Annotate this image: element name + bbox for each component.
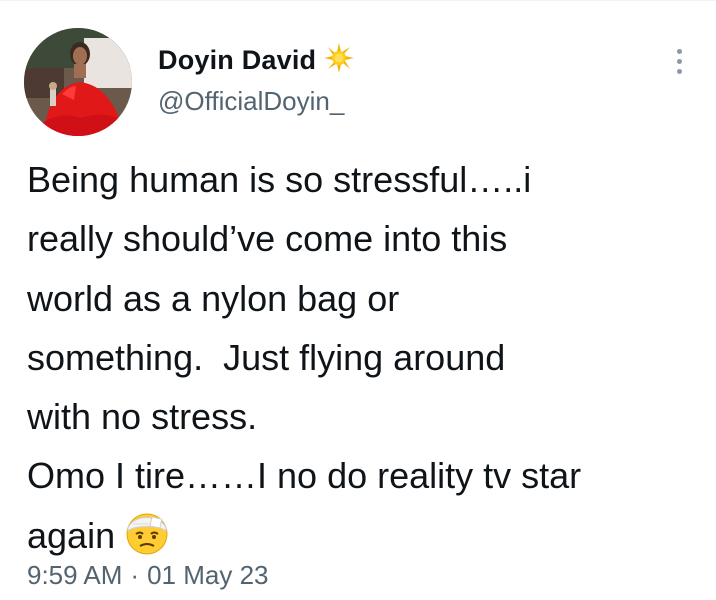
tweet-meta: 9:59 AM · 01 May 23 bbox=[27, 560, 268, 591]
sun-icon bbox=[324, 42, 355, 78]
profile-photo-image bbox=[24, 28, 132, 136]
author-handle[interactable]: @OfficialDoyin_ bbox=[158, 86, 344, 117]
tweet-line: world as a nylon bag or bbox=[27, 277, 400, 319]
tweet-line: Omo I tire……I no do reality tv star bbox=[27, 455, 582, 497]
tweet-text: Being human is so stressful…..i really s… bbox=[27, 150, 697, 573]
tweet-line: Being human is so stressful…..i bbox=[27, 159, 532, 200]
tweet-time[interactable]: 9:59 AM bbox=[27, 560, 122, 591]
display-name[interactable]: Doyin David bbox=[158, 45, 316, 76]
more-dot bbox=[676, 58, 682, 64]
top-divider bbox=[0, 0, 716, 1]
more-vertical-icon[interactable] bbox=[664, 44, 694, 78]
tweet-line: really should’ve come into this bbox=[27, 218, 508, 260]
meta-separator: · bbox=[130, 560, 140, 590]
author-name-row: Doyin David bbox=[158, 42, 355, 78]
tweet-date[interactable]: 01 May 23 bbox=[147, 560, 268, 591]
tweet-line: with no stress. bbox=[27, 396, 258, 438]
tweet-line: again bbox=[27, 514, 116, 556]
more-dot bbox=[676, 48, 682, 54]
more-dot bbox=[676, 68, 682, 74]
tweet-line: something. Just flying around bbox=[27, 336, 506, 378]
avatar[interactable] bbox=[24, 28, 132, 136]
